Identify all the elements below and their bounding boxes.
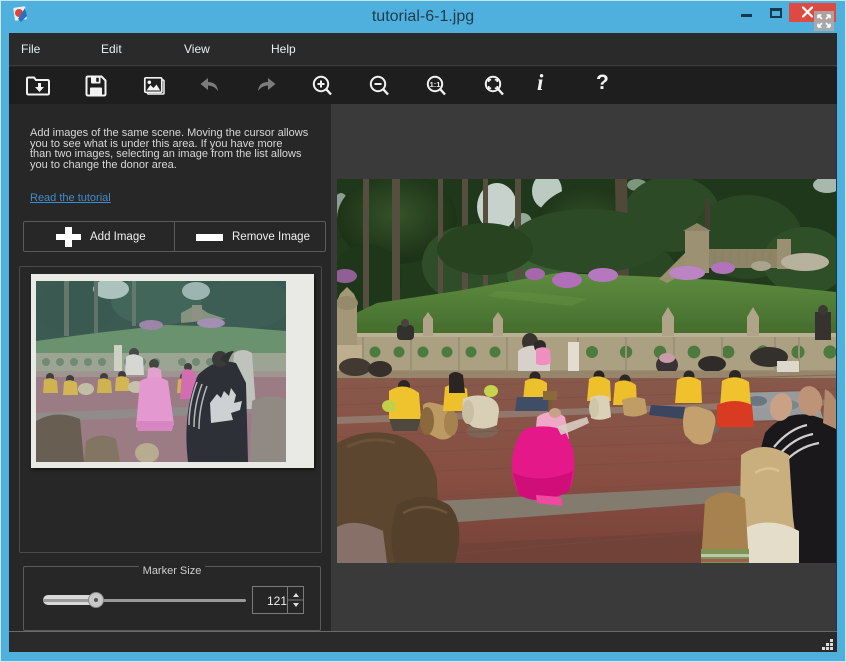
svg-text:1:1: 1:1 (430, 80, 441, 89)
